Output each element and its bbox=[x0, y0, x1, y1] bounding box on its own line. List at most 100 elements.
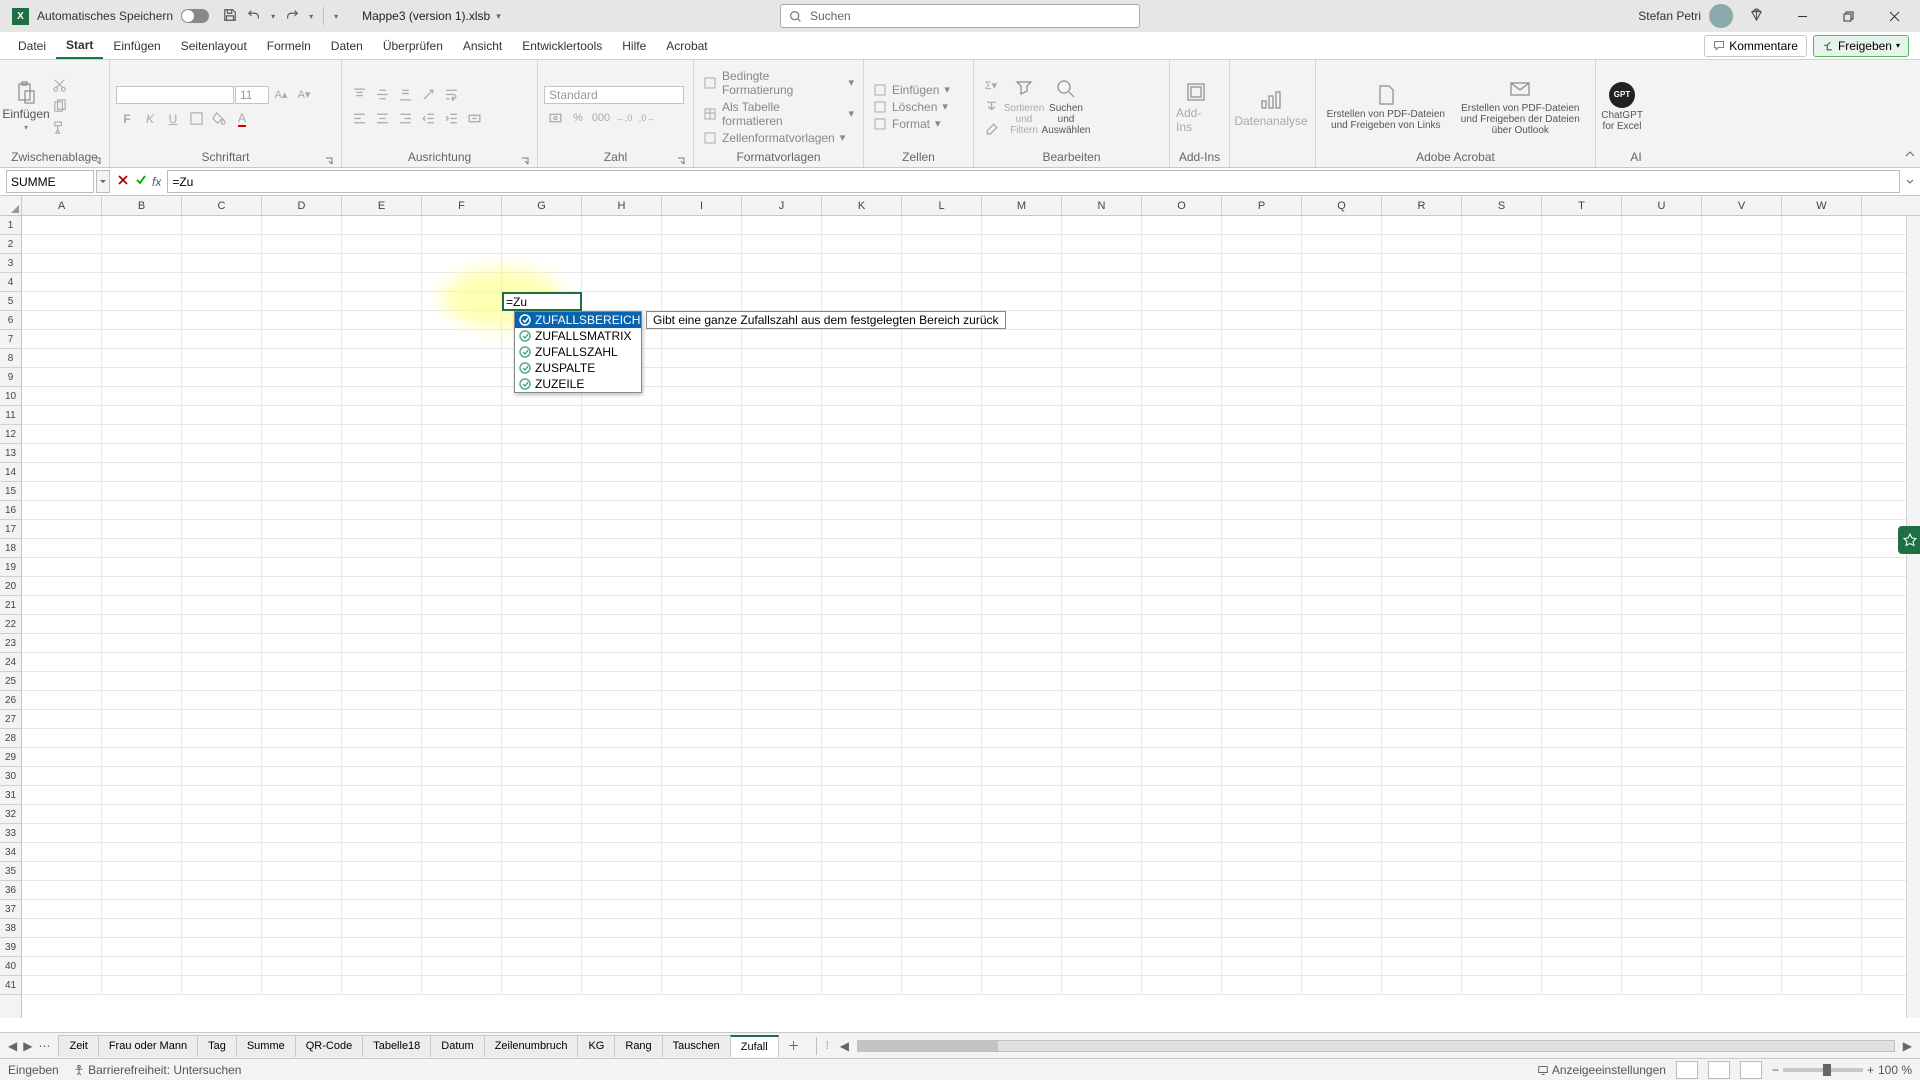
cell[interactable] bbox=[662, 729, 742, 747]
cell[interactable] bbox=[1222, 957, 1302, 975]
cell[interactable] bbox=[342, 406, 422, 424]
cell[interactable] bbox=[102, 520, 182, 538]
cell[interactable] bbox=[22, 501, 102, 519]
acrobat-link[interactable]: Erstellen von PDF-Dateien und Freigeben … bbox=[1322, 83, 1450, 131]
col-header[interactable]: L bbox=[902, 196, 982, 215]
cell[interactable] bbox=[22, 824, 102, 842]
cond-format[interactable]: Bedingte Formatierung▾ bbox=[700, 68, 857, 98]
font-color-icon[interactable]: A bbox=[231, 109, 253, 129]
cell[interactable] bbox=[1782, 368, 1862, 386]
cell[interactable] bbox=[1542, 767, 1622, 785]
cell[interactable] bbox=[902, 558, 982, 576]
cell[interactable] bbox=[1302, 539, 1382, 557]
cell[interactable] bbox=[1062, 824, 1142, 842]
cell[interactable] bbox=[1702, 767, 1782, 785]
cell[interactable] bbox=[342, 615, 422, 633]
cell[interactable] bbox=[1062, 919, 1142, 937]
cell[interactable] bbox=[502, 444, 582, 462]
cell[interactable] bbox=[262, 881, 342, 899]
cell[interactable] bbox=[182, 596, 262, 614]
cell[interactable] bbox=[1062, 615, 1142, 633]
cell[interactable] bbox=[262, 311, 342, 329]
cell[interactable] bbox=[902, 273, 982, 291]
cell[interactable] bbox=[1062, 577, 1142, 595]
cell[interactable] bbox=[902, 349, 982, 367]
col-header[interactable]: O bbox=[1142, 196, 1222, 215]
cell[interactable] bbox=[902, 976, 982, 994]
row-header[interactable]: 7 bbox=[0, 330, 21, 349]
cell[interactable] bbox=[262, 805, 342, 823]
cell[interactable] bbox=[1302, 957, 1382, 975]
row-header[interactable]: 21 bbox=[0, 596, 21, 615]
grow-font-icon[interactable]: A▴ bbox=[270, 85, 292, 105]
cell[interactable] bbox=[1782, 463, 1862, 481]
cell[interactable] bbox=[982, 539, 1062, 557]
cell[interactable] bbox=[262, 862, 342, 880]
cell[interactable] bbox=[982, 976, 1062, 994]
cell[interactable] bbox=[1702, 387, 1782, 405]
cell[interactable] bbox=[1142, 805, 1222, 823]
cell[interactable] bbox=[1462, 444, 1542, 462]
cell[interactable] bbox=[1702, 254, 1782, 272]
cell[interactable] bbox=[1142, 349, 1222, 367]
cell[interactable] bbox=[1622, 425, 1702, 443]
cell[interactable] bbox=[342, 539, 422, 557]
cell[interactable] bbox=[22, 482, 102, 500]
cell[interactable] bbox=[1782, 216, 1862, 234]
fill-color-icon[interactable] bbox=[208, 109, 230, 129]
cell[interactable] bbox=[662, 919, 742, 937]
cell[interactable] bbox=[102, 501, 182, 519]
cell[interactable] bbox=[1062, 881, 1142, 899]
cell[interactable] bbox=[1062, 729, 1142, 747]
formula-input[interactable]: =Zu bbox=[167, 170, 1900, 193]
sheet-tab[interactable]: Rang bbox=[614, 1035, 662, 1057]
cell[interactable] bbox=[262, 501, 342, 519]
cell[interactable] bbox=[822, 596, 902, 614]
cell[interactable] bbox=[422, 406, 502, 424]
cell[interactable] bbox=[182, 919, 262, 937]
cell[interactable] bbox=[1382, 273, 1462, 291]
cell[interactable] bbox=[102, 596, 182, 614]
cell[interactable] bbox=[422, 919, 502, 937]
cell[interactable] bbox=[1542, 843, 1622, 861]
row-header[interactable]: 3 bbox=[0, 254, 21, 273]
view-break-icon[interactable] bbox=[1740, 1061, 1762, 1079]
row-header[interactable]: 25 bbox=[0, 672, 21, 691]
cell[interactable] bbox=[662, 976, 742, 994]
cell[interactable] bbox=[1542, 881, 1622, 899]
cell[interactable] bbox=[1222, 976, 1302, 994]
cell[interactable] bbox=[1702, 444, 1782, 462]
cell[interactable] bbox=[982, 558, 1062, 576]
cell[interactable] bbox=[102, 292, 182, 310]
cell[interactable] bbox=[1622, 843, 1702, 861]
cell[interactable] bbox=[982, 900, 1062, 918]
cell[interactable] bbox=[662, 254, 742, 272]
sheet-tab[interactable]: Frau oder Mann bbox=[98, 1035, 198, 1057]
cell[interactable] bbox=[982, 786, 1062, 804]
cell[interactable] bbox=[822, 558, 902, 576]
row-header[interactable]: 33 bbox=[0, 824, 21, 843]
cell[interactable] bbox=[182, 577, 262, 595]
cell[interactable] bbox=[182, 235, 262, 253]
cell[interactable] bbox=[1462, 406, 1542, 424]
cell[interactable] bbox=[502, 805, 582, 823]
cell[interactable] bbox=[1542, 900, 1622, 918]
cell[interactable] bbox=[662, 349, 742, 367]
cell[interactable] bbox=[22, 900, 102, 918]
cell[interactable] bbox=[1222, 748, 1302, 766]
cell[interactable] bbox=[1142, 919, 1222, 937]
cell[interactable] bbox=[902, 824, 982, 842]
cell[interactable] bbox=[182, 501, 262, 519]
cell[interactable] bbox=[582, 976, 662, 994]
cell[interactable] bbox=[982, 254, 1062, 272]
cell[interactable] bbox=[22, 691, 102, 709]
cell[interactable] bbox=[1782, 976, 1862, 994]
cell[interactable] bbox=[1782, 748, 1862, 766]
cell[interactable] bbox=[742, 501, 822, 519]
cell[interactable] bbox=[822, 520, 902, 538]
cell[interactable] bbox=[262, 330, 342, 348]
cell[interactable] bbox=[102, 482, 182, 500]
cell[interactable] bbox=[1302, 330, 1382, 348]
cell[interactable] bbox=[342, 900, 422, 918]
cell[interactable] bbox=[582, 653, 662, 671]
